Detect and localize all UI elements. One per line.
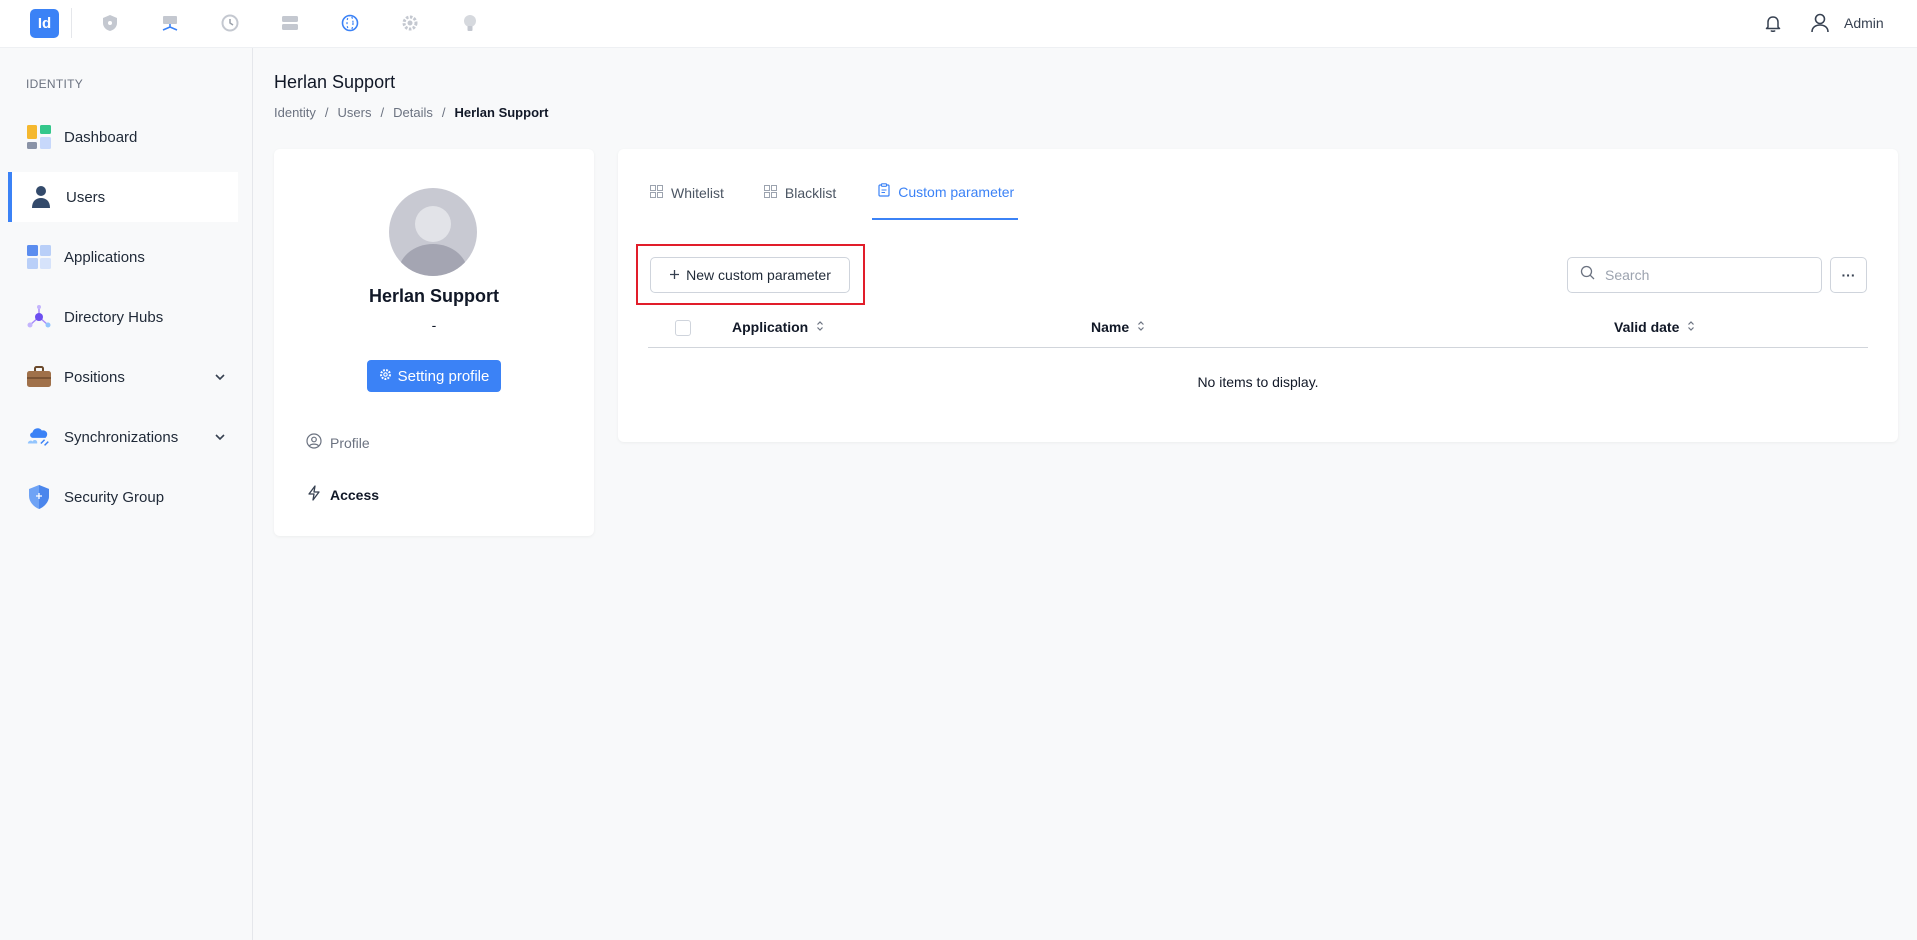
- sidebar-item-directory-hubs[interactable]: Directory Hubs: [10, 292, 240, 342]
- profile-menu-label: Profile: [330, 434, 370, 451]
- sidebar-item-positions[interactable]: Positions: [10, 352, 240, 402]
- clipboard-icon: [878, 183, 890, 200]
- profile-card: Herlan Support - Setting profile Profile…: [274, 149, 594, 536]
- breadcrumb-current: Herlan Support: [454, 105, 549, 120]
- top-bar: Id Admin: [0, 0, 1917, 48]
- search-input[interactable]: [1605, 267, 1805, 283]
- clock-app-icon[interactable]: [219, 12, 241, 34]
- chevron-down-icon[interactable]: [212, 429, 228, 445]
- bell-icon[interactable]: [1762, 12, 1784, 34]
- sidebar-item-label: Applications: [64, 248, 145, 266]
- access-menu-item[interactable]: Access: [306, 485, 379, 504]
- sort-icon: [1687, 319, 1695, 335]
- page-title: Herlan Support: [274, 72, 396, 92]
- applications-icon: [26, 244, 52, 270]
- topbar-divider: [71, 8, 72, 38]
- user-icon: [28, 184, 54, 210]
- sort-icon: [1137, 319, 1145, 335]
- gear-app-icon[interactable]: [399, 12, 421, 34]
- new-custom-parameter-button[interactable]: New custom parameter: [650, 257, 850, 293]
- table-header: Application Name Valid date: [648, 306, 1868, 348]
- breadcrumb-separator: /: [380, 105, 385, 120]
- column-label: Application: [732, 319, 809, 335]
- network-app-icon[interactable]: [159, 12, 181, 34]
- tab-label: Whitelist: [671, 184, 724, 201]
- profile-subtitle: -: [431, 317, 437, 333]
- grid-icon: [650, 184, 663, 201]
- bulb-app-icon[interactable]: [459, 12, 481, 34]
- sidebar-item-label: Security Group: [64, 488, 165, 506]
- breadcrumb-item[interactable]: Users: [338, 105, 372, 120]
- sidebar-item-applications[interactable]: Applications: [10, 232, 240, 282]
- profile-menu-item[interactable]: Profile: [306, 433, 370, 452]
- column-header-application[interactable]: Application: [732, 319, 824, 335]
- sidebar-item-label: Positions: [64, 368, 125, 386]
- select-all-checkbox[interactable]: [675, 320, 691, 336]
- tab-label: Blacklist: [784, 184, 837, 201]
- sidebar-section-title: IDENTITY: [26, 77, 84, 91]
- column-label: Name: [1091, 319, 1130, 335]
- plus-icon: [669, 267, 680, 283]
- globe-app-icon[interactable]: [339, 12, 361, 34]
- sidebar-item-label: Directory Hubs: [64, 308, 164, 326]
- setting-profile-button[interactable]: Setting profile: [367, 360, 501, 392]
- avatar: [389, 188, 477, 276]
- breadcrumb: Identity / Users / Details / Herlan Supp…: [274, 105, 548, 120]
- sidebar: IDENTITY Dashboard Users Applications Di…: [0, 48, 253, 940]
- search-field[interactable]: [1567, 257, 1822, 293]
- dashboard-icon: [26, 124, 52, 150]
- cloud-sync-icon: [26, 424, 52, 450]
- tab-bar: Whitelist Blacklist Custom parameter: [646, 183, 1050, 220]
- gear-icon: [379, 368, 392, 385]
- sidebar-item-label: Dashboard: [64, 128, 138, 146]
- breadcrumb-item[interactable]: Identity: [274, 105, 316, 120]
- tab-blacklist[interactable]: Blacklist: [760, 183, 840, 220]
- setting-profile-label: Setting profile: [397, 367, 490, 385]
- breadcrumb-item[interactable]: Details: [393, 105, 433, 120]
- briefcase-icon: [26, 364, 52, 390]
- column-header-valid-date[interactable]: Valid date: [1614, 319, 1695, 335]
- sidebar-item-label: Users: [66, 188, 106, 206]
- sidebar-item-dashboard[interactable]: Dashboard: [10, 112, 240, 162]
- sidebar-item-synchronizations[interactable]: Synchronizations: [10, 412, 240, 462]
- grid-icon: [763, 184, 777, 201]
- empty-table-message: No items to display.: [1197, 374, 1319, 390]
- user-account-icon[interactable]: [1808, 11, 1832, 35]
- sidebar-item-users[interactable]: Users: [8, 172, 238, 222]
- column-label: Valid date: [1614, 319, 1680, 335]
- app-logo[interactable]: Id: [30, 9, 59, 38]
- shield-icon: [26, 484, 52, 510]
- user-name-label[interactable]: Admin: [1844, 15, 1884, 31]
- shield-app-icon[interactable]: [99, 12, 121, 34]
- access-panel: Whitelist Blacklist Custom parameter New…: [618, 149, 1898, 442]
- column-header-name[interactable]: Name: [1091, 319, 1145, 335]
- tab-label: Custom parameter: [898, 183, 1015, 200]
- search-icon: [1580, 265, 1595, 285]
- new-button-label: New custom parameter: [686, 267, 831, 283]
- server-app-icon[interactable]: [279, 12, 301, 34]
- access-menu-label: Access: [330, 486, 380, 503]
- lightning-icon: [306, 485, 322, 504]
- tab-custom-parameter[interactable]: Custom parameter: [872, 183, 1019, 220]
- sidebar-item-label: Synchronizations: [64, 428, 179, 446]
- breadcrumb-separator: /: [324, 105, 329, 120]
- chevron-down-icon[interactable]: [212, 369, 228, 385]
- breadcrumb-separator: /: [441, 105, 446, 120]
- profile-name: Herlan Support: [368, 286, 499, 306]
- tab-whitelist[interactable]: Whitelist: [646, 183, 728, 220]
- sidebar-item-security-group[interactable]: Security Group: [10, 472, 240, 522]
- more-options-button[interactable]: ···: [1830, 257, 1867, 293]
- user-circle-icon: [306, 433, 322, 452]
- sort-icon: [816, 319, 824, 335]
- hub-icon: [26, 304, 52, 330]
